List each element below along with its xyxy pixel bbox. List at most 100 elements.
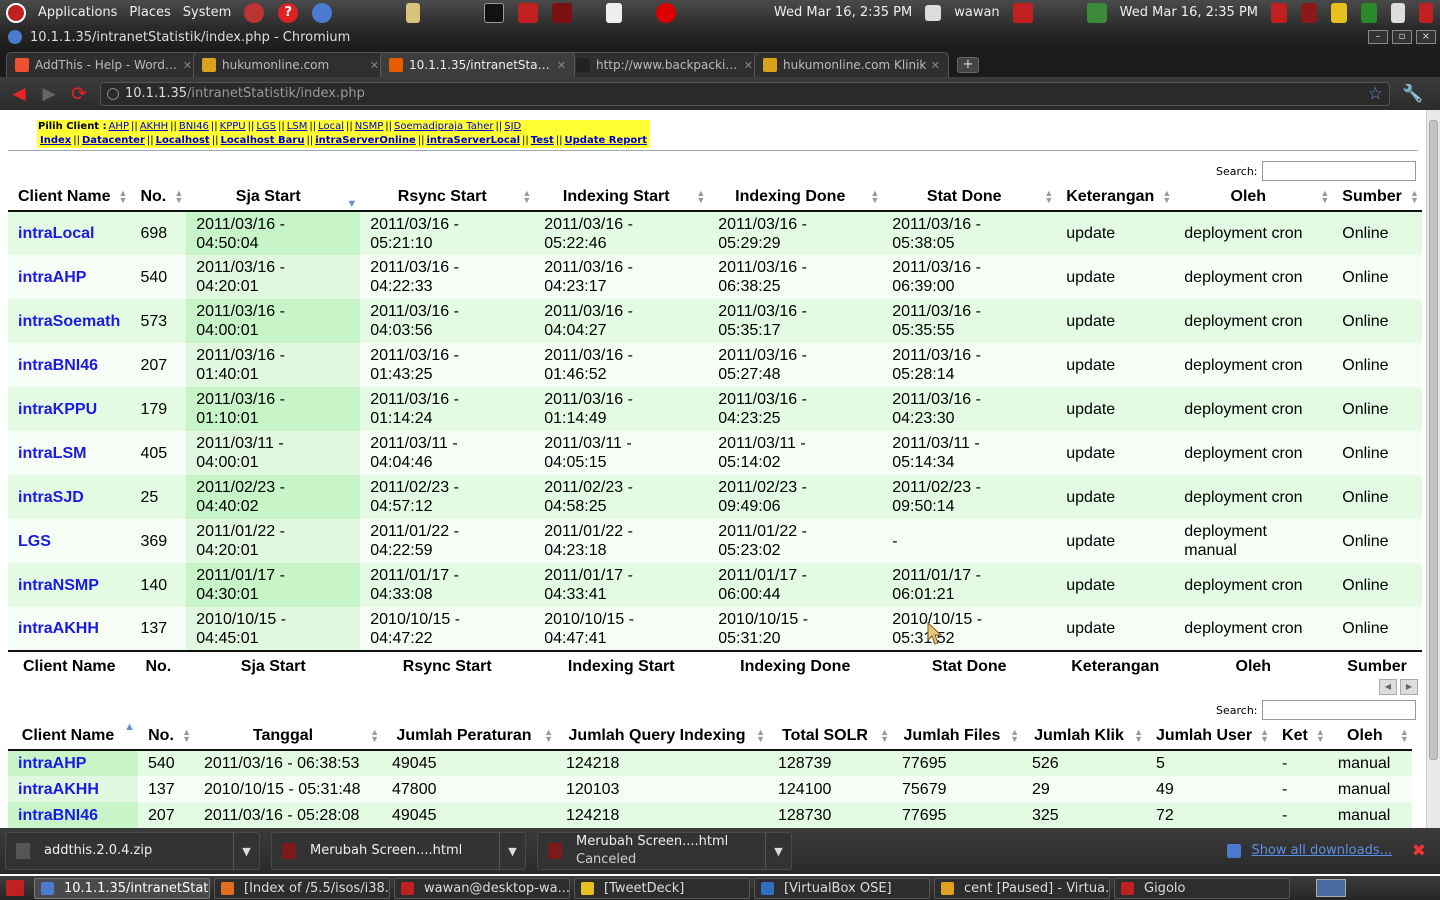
tab-close-icon[interactable]: ✕ [183, 59, 192, 72]
shutdown-icon[interactable] [1012, 2, 1033, 23]
reload-button[interactable]: ⟳ [68, 83, 90, 105]
tab-2[interactable]: hukumonline.com ✕ [193, 52, 388, 77]
launcher-icon[interactable] [244, 2, 265, 23]
indicator-green-icon[interactable] [1361, 2, 1377, 23]
show-desktop-icon[interactable] [6, 880, 24, 896]
col-header-client-name[interactable]: Client Name ▲ ▼ [8, 183, 131, 212]
client-link-nsmp[interactable]: NSMP [355, 121, 384, 132]
workspace-switcher-icon[interactable] [1316, 879, 1346, 897]
client-link-kppu[interactable]: KPPU [220, 121, 246, 132]
col-header-tanggal[interactable]: Tanggal ▲ ▼ [194, 722, 382, 751]
tab-3[interactable]: 10.1.1.35/intranetStatisti... ✕ [380, 52, 575, 77]
client-name-link[interactable]: intraBNI46 [8, 343, 131, 387]
indicator-dark-icon[interactable] [1301, 2, 1317, 23]
chromium-launcher-icon[interactable] [312, 2, 333, 23]
col-header-total-solr[interactable]: Total SOLR ▲ ▼ [768, 722, 892, 751]
col-header-jumlah-klik[interactable]: Jumlah Klik ▲ ▼ [1022, 722, 1146, 751]
tab-close-icon[interactable]: ✕ [931, 59, 940, 72]
client-link-sjd[interactable]: SJD [504, 121, 521, 132]
client-name-link[interactable]: intraLocal [8, 211, 131, 255]
taskbar-item-chromium[interactable]: 10.1.1.35/intranetStat... [34, 877, 210, 899]
places-menu[interactable]: Places [123, 0, 176, 25]
search-input[interactable] [1261, 700, 1416, 720]
client-name-link[interactable]: LGS [8, 519, 131, 563]
indicator-red-icon[interactable] [1271, 2, 1287, 23]
address-bar[interactable]: 10.1.1.35/intranetStatistik/index.php ☆ [100, 81, 1390, 106]
show-all-downloads-link[interactable]: Show all downloads... [1227, 843, 1392, 858]
help-icon[interactable]: ? [278, 2, 299, 23]
download-item-2[interactable]: Merubah Screen....html ▼ [271, 832, 526, 870]
nav-link-test[interactable]: Test [531, 135, 554, 146]
taskbar-item-virtualbox[interactable]: [VirtualBox OSE] [754, 877, 930, 899]
taskbar-item-terminal[interactable]: wawan@desktop-wa... [394, 877, 570, 899]
col-header-sumber[interactable]: Sumber ▲ ▼ [1332, 183, 1422, 212]
client-name-link[interactable]: intraAKHH [8, 607, 131, 651]
client-link-soemadipraja-taher[interactable]: Soemadipraja Taher [394, 121, 493, 132]
client-name-link[interactable]: intraBNI46 [8, 802, 138, 828]
tab-5[interactable]: hukumonline.com Klinik ✕ [754, 52, 949, 77]
vertical-scrollbar[interactable] [1426, 110, 1440, 828]
download-item-3[interactable]: Merubah Screen....html Canceled ▼ [537, 832, 792, 870]
nav-link-index[interactable]: Index [40, 135, 71, 146]
col-header-indexing-done[interactable]: Indexing Done ▲ ▼ [708, 183, 883, 212]
col-header-jumlah-files[interactable]: Jumlah Files ▲ ▼ [892, 722, 1022, 751]
taskbar-item-firefox[interactable]: [Index of /5.5/isos/i38... [214, 877, 390, 899]
document-icon[interactable] [606, 2, 623, 23]
client-name-link[interactable]: intraAKHH [8, 776, 138, 802]
client-name-link[interactable]: intraLSM [8, 431, 131, 475]
previous-page-button[interactable]: ◀ [1379, 679, 1397, 695]
clock-left[interactable]: Wed Mar 16, 2:35 PM [768, 0, 918, 25]
next-page-button[interactable]: ▶ [1400, 679, 1418, 695]
download-menu-arrow-icon[interactable]: ▼ [233, 833, 259, 869]
app-dark-icon[interactable] [552, 2, 573, 23]
tab-1[interactable]: AddThis - Help - WordP... ✕ [6, 52, 201, 77]
user-name[interactable]: wawan [948, 0, 1005, 25]
search-input[interactable] [1261, 161, 1416, 181]
forward-button[interactable]: ▶ [38, 83, 60, 105]
nav-link-update-report[interactable]: Update Report [565, 135, 647, 146]
client-link-bni46[interactable]: BNI46 [179, 121, 209, 132]
col-header-keterangan[interactable]: Keterangan ▲ ▼ [1056, 183, 1175, 212]
client-name-link[interactable]: intraAHP [8, 255, 131, 299]
minimize-button[interactable]: – [1368, 30, 1388, 44]
bookmark-star-icon[interactable]: ☆ [1368, 84, 1383, 104]
nav-link-localhost[interactable]: Localhost [156, 135, 210, 146]
client-name-link[interactable]: intraSJD [8, 475, 131, 519]
col-header-ket[interactable]: Ket ▲ ▼ [1272, 722, 1328, 751]
nav-link-intraserveronline[interactable]: intraServerOnline [315, 135, 416, 146]
client-name-link[interactable]: intraAHP [8, 750, 138, 776]
nav-link-datacenter[interactable]: Datacenter [82, 135, 145, 146]
tab-close-icon[interactable]: ✕ [557, 59, 566, 72]
tab-close-icon[interactable]: ✕ [370, 59, 379, 72]
client-link-lgs[interactable]: LGS [256, 121, 276, 132]
tab-close-icon[interactable]: ✕ [744, 59, 753, 72]
col-header-jumlah-query-indexing[interactable]: Jumlah Query Indexing ▲ ▼ [556, 722, 768, 751]
client-link-lsm[interactable]: LSM [287, 121, 308, 132]
file-icon[interactable] [406, 2, 421, 23]
opera-icon[interactable] [656, 2, 677, 23]
col-header-indexing-start[interactable]: Indexing Start ▲ ▼ [534, 183, 709, 212]
col-header-rsync-start[interactable]: Rsync Start ▲ ▼ [360, 183, 535, 212]
taskbar-item-gigolo[interactable]: Gigolo [1114, 877, 1290, 899]
client-link-akhh[interactable]: AKHH [140, 121, 168, 132]
new-tab-button[interactable]: + [957, 57, 979, 73]
clipboard-icon[interactable] [1391, 2, 1405, 23]
indicator-end-icon[interactable] [1419, 2, 1433, 23]
clock-right[interactable]: Wed Mar 16, 2:35 PM [1114, 0, 1264, 25]
col-header-oleh[interactable]: Oleh ▲ ▼ [1327, 722, 1412, 751]
nav-link-localhost-baru[interactable]: Localhost Baru [220, 135, 304, 146]
client-link-ahp[interactable]: AHP [109, 121, 129, 132]
network-icon[interactable] [1086, 2, 1107, 23]
download-menu-arrow-icon[interactable]: ▼ [499, 833, 525, 869]
client-link-local[interactable]: Local [318, 121, 344, 132]
col-header-stat-done[interactable]: Stat Done ▲ ▼ [882, 183, 1057, 212]
client-name-link[interactable]: intraNSMP [8, 563, 131, 607]
col-header-sja-start[interactable]: Sja Start ▼ [186, 183, 361, 212]
taskbar-item-virtualbox-vm[interactable]: cent [Paused] - Virtua... [934, 877, 1110, 899]
tab-4[interactable]: http://www.backpackinm... ✕ [567, 52, 762, 77]
close-download-shelf-icon[interactable]: ✖ [1412, 841, 1426, 861]
window-titlebar[interactable]: 10.1.1.35/intranetStatistik/index.php - … [0, 25, 1440, 49]
col-header-oleh[interactable]: Oleh ▲ ▼ [1174, 183, 1333, 212]
col-header-jumlah-user[interactable]: Jumlah User ▲ ▼ [1146, 722, 1273, 751]
system-menu[interactable]: System [177, 0, 237, 25]
